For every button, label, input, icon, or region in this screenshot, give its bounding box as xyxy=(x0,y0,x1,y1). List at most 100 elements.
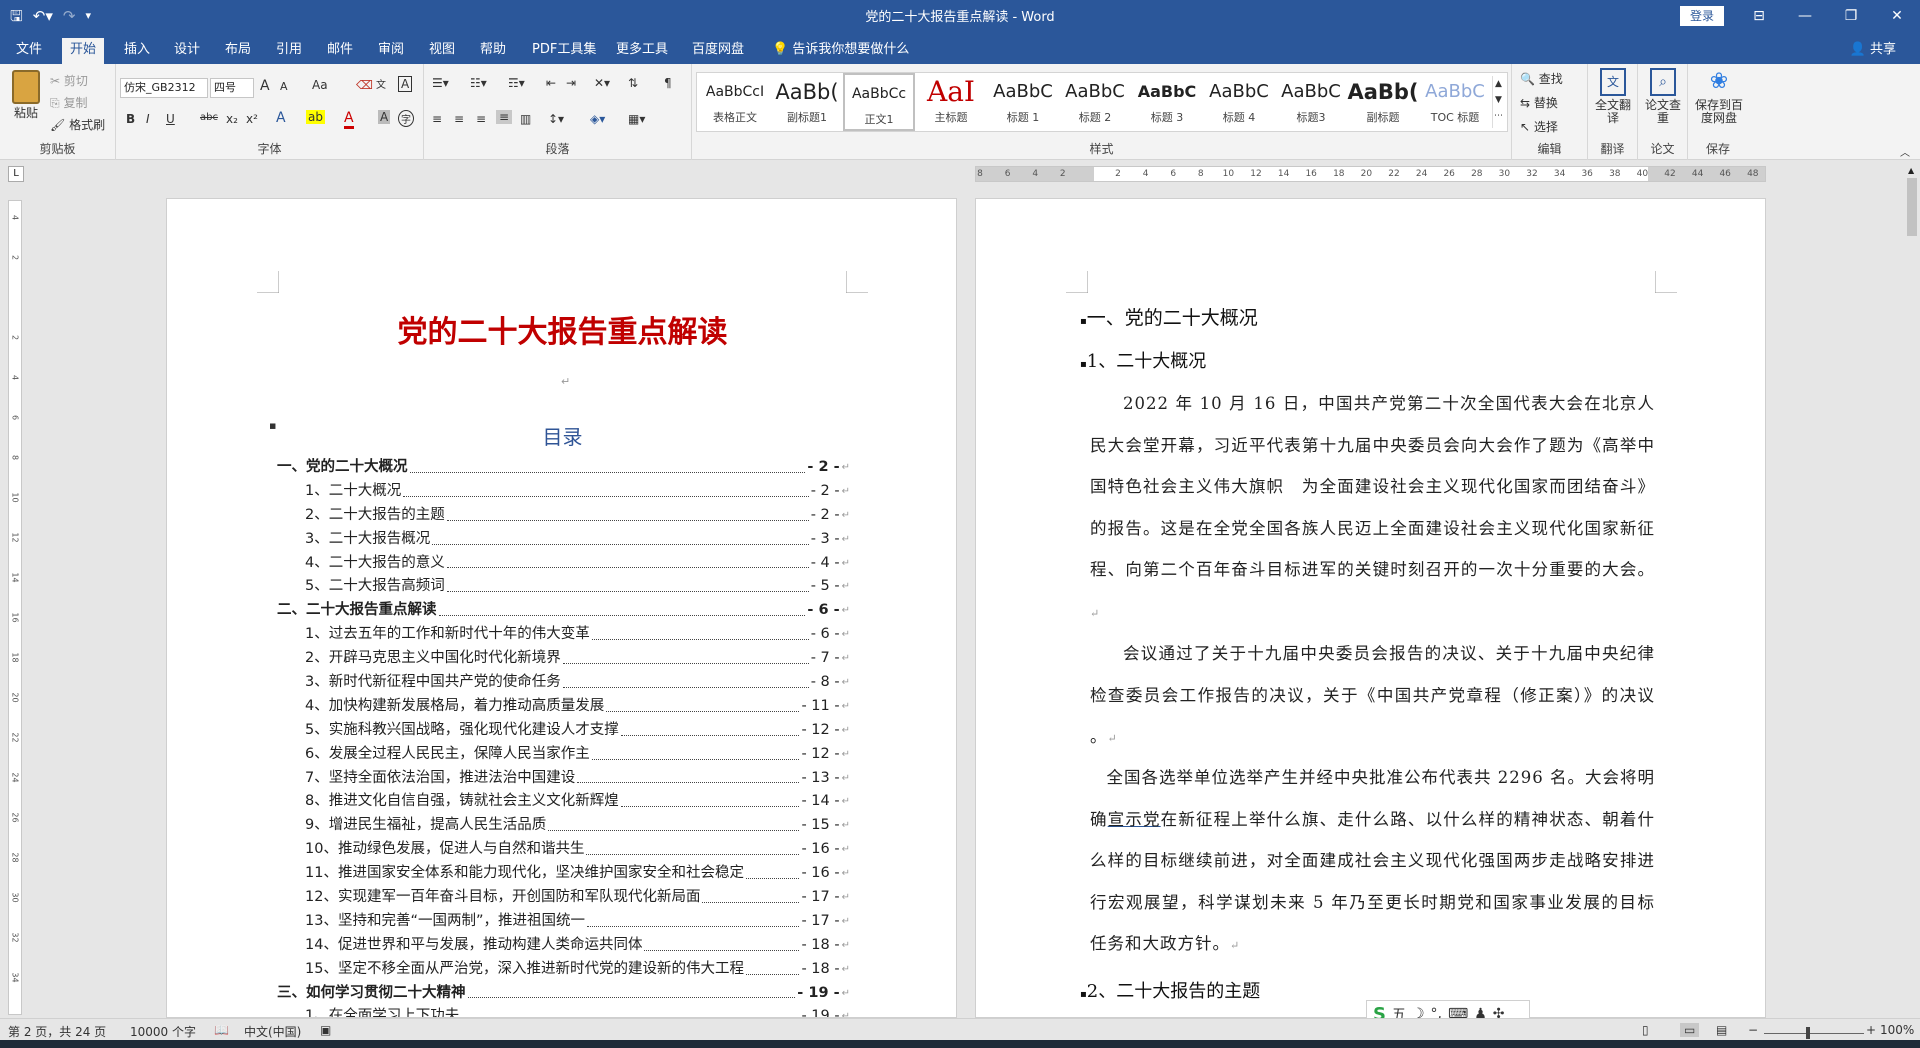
toc-entry[interactable]: 2、开辟马克思主义中国化时代化新境界 - 7 - ↵ xyxy=(277,647,850,671)
share-button[interactable]: 👤 共享 xyxy=(1850,38,1896,62)
toc-entry[interactable]: 8、推进文化自信自强，铸就社会主义文化新辉煌 - 14 - ↵ xyxy=(277,790,850,814)
scroll-up-icon[interactable]: ▲ xyxy=(1908,166,1914,175)
borders-icon[interactable]: ▦▾ xyxy=(628,112,645,126)
toc-entry[interactable]: 3、二十大报告概况 - 3 - ↵ xyxy=(277,528,850,552)
style-item[interactable]: AaBbC 标题3 xyxy=(1275,73,1347,131)
decrease-indent-icon[interactable]: ⇤ xyxy=(546,76,556,90)
zoom-out-icon[interactable]: − xyxy=(1748,1023,1758,1037)
replace-button[interactable]: ⇆ 替换 xyxy=(1520,94,1558,111)
font-name-combo[interactable]: 仿宋_GB2312 xyxy=(120,78,208,98)
close-button[interactable]: ✕ xyxy=(1874,0,1920,32)
font-color-icon[interactable]: A xyxy=(344,110,354,129)
tab-help[interactable]: 帮助 xyxy=(472,38,514,64)
toc-entry[interactable]: 5、二十大报告高频词 - 5 - ↵ xyxy=(277,575,850,599)
heading-2[interactable]: ▪1、二十大概况 xyxy=(1080,347,1206,373)
minimize-button[interactable]: — xyxy=(1782,0,1828,32)
char-shading-icon[interactable]: A xyxy=(378,110,391,124)
multilevel-list-icon[interactable]: ☶▾ xyxy=(508,76,525,90)
grow-font-button[interactable]: A xyxy=(260,78,270,94)
format-painter-button[interactable]: 🖌 格式刷 xyxy=(50,116,105,133)
zoom-slider-thumb[interactable] xyxy=(1806,1027,1810,1039)
paragraph-2[interactable]: 会议通过了关于十九届中央委员会报告的决议、关于十九届中央纪律检查委员会工作报告的… xyxy=(1090,633,1655,760)
horizontal-ruler[interactable]: 8 6 4 2 2 4 6 8 10 12 14 16 18 20 22 24 26 28 30 32 34 36 38 40… xyxy=(975,166,1766,182)
style-item[interactable]: AaI 主标题 xyxy=(915,73,987,131)
font-size-combo[interactable]: 四号 xyxy=(210,78,254,98)
tab-more-tools[interactable]: 更多工具 xyxy=(608,38,676,64)
highlight-icon[interactable]: ab xyxy=(306,110,325,124)
zoom-in-icon[interactable]: + xyxy=(1866,1023,1876,1037)
superscript-button[interactable]: x² xyxy=(246,112,258,126)
word-count[interactable]: 10000 个字 xyxy=(130,1023,196,1040)
styles-scroll-icon[interactable]: ▲ ▼ ⋯ xyxy=(1492,76,1504,128)
tab-review[interactable]: 审阅 xyxy=(370,38,412,64)
justify-icon[interactable]: ≡ xyxy=(496,110,513,124)
toc-entry[interactable]: 一、党的二十大概况 - 2 - ↵ xyxy=(277,456,850,480)
paste-button[interactable]: 粘贴 xyxy=(8,70,44,121)
toc-entry[interactable]: 2、二十大报告的主题 - 2 - ↵ xyxy=(277,504,850,528)
toc-entry[interactable]: 5、实施科教兴国战略，强化现代化建设人才支撑 - 12 - ↵ xyxy=(277,719,850,743)
copy-button[interactable]: ⎘ 复制 xyxy=(50,94,87,111)
distributed-icon[interactable]: ▥ xyxy=(520,112,531,126)
web-layout-icon[interactable]: ▤ xyxy=(1716,1023,1727,1037)
sort-icon[interactable]: ⇅ xyxy=(628,76,638,90)
cut-button[interactable]: ✂ 剪切 xyxy=(50,72,88,89)
toc-title[interactable]: 目录 xyxy=(167,421,956,450)
chinese-layout-icon[interactable]: ✕▾ xyxy=(594,76,610,90)
tab-baidu-netdisk[interactable]: 百度网盘 xyxy=(684,38,752,64)
style-item[interactable]: AaBbC 标题 2 xyxy=(1059,73,1131,131)
toc-entry[interactable]: 三、如何学习贯彻二十大精神 - 19 - ↵ xyxy=(277,982,850,1006)
page-count[interactable]: 第 2 页，共 24 页 xyxy=(8,1023,106,1040)
heading-2b[interactable]: ▪2、二十大报告的主题 xyxy=(1080,977,1260,1003)
restore-button[interactable]: ❐ xyxy=(1828,0,1874,32)
style-item[interactable]: AaBb(副标题1 xyxy=(771,73,843,131)
macro-record-icon[interactable]: ▣ xyxy=(320,1023,331,1037)
toc-entry[interactable]: 二、二十大报告重点解读 - 6 - ↵ xyxy=(277,599,850,623)
strikethrough-button[interactable]: abc xyxy=(200,112,218,123)
heading-1[interactable]: ▪一、党的二十大概况 xyxy=(1080,303,1258,330)
subscript-button[interactable]: x₂ xyxy=(226,112,238,126)
toc-entry[interactable]: 1、在全面学习上下功夫 - 19 - ↵ xyxy=(277,1005,850,1017)
tell-me-search[interactable]: 💡 告诉我你想要做什么 xyxy=(764,38,917,64)
vertical-scrollbar[interactable]: ▲ xyxy=(1904,166,1920,1018)
bold-button[interactable]: B xyxy=(126,112,135,126)
change-case-button[interactable]: Aa xyxy=(312,78,328,92)
toc-entry[interactable]: 15、坚定不移全面从严治党，深入推进新时代党的建设新的伟大工程 - 18 - ↵ xyxy=(277,958,850,982)
style-item[interactable]: AaBbCc 正文1 xyxy=(843,73,915,131)
print-layout-icon[interactable]: ▭ xyxy=(1680,1023,1700,1037)
style-item[interactable]: AaBbC 标题 1 xyxy=(987,73,1059,131)
toc-entry[interactable]: 14、促进世界和平与发展，推动构建人类命运共同体 - 18 - ↵ xyxy=(277,934,850,958)
ribbon-display-icon[interactable]: ⊟ xyxy=(1736,0,1782,32)
style-item[interactable]: AaBb(副标题 xyxy=(1347,73,1419,131)
increase-indent-icon[interactable]: ⇥ xyxy=(566,76,576,90)
paragraph-1[interactable]: 2022 年 10 月 16 日，中国共产党第二十次全国代表大会在北京人民大会堂… xyxy=(1090,383,1655,634)
login-button[interactable]: 登录 xyxy=(1680,6,1724,26)
zoom-level[interactable]: 100% xyxy=(1880,1023,1914,1037)
align-left-icon[interactable]: ≡ xyxy=(432,112,442,126)
select-button[interactable]: ↖ 选择 xyxy=(1520,118,1558,135)
toc-entry[interactable]: 1、二十大概况 - 2 - ↵ xyxy=(277,480,850,504)
style-item[interactable]: AaBbC 标题 4 xyxy=(1203,73,1275,131)
align-right-icon[interactable]: ≡ xyxy=(476,112,486,126)
paragraph-3[interactable]: 全国各选举单位选举产生并经中央批准公布代表共 2296 名。大会将明确宣示党在新… xyxy=(1090,757,1655,967)
page-1[interactable]: 党的二十大报告重点解读 ↵ ▪ 目录 一、党的二十大概况 - 2 - ↵ 1、二十大概… xyxy=(166,198,957,1018)
char-border-icon[interactable]: A xyxy=(398,76,413,92)
tab-mailings[interactable]: 邮件 xyxy=(319,38,361,64)
proofing-icon[interactable]: 📖 xyxy=(214,1023,229,1037)
toc-entry[interactable]: 4、加快构建新发展格局，着力推动高质量发展 - 11 - ↵ xyxy=(277,695,850,719)
zoom-slider[interactable] xyxy=(1764,1033,1864,1034)
toc-entry[interactable]: 9、增进民生福祉，提高人民生活品质 - 15 - ↵ xyxy=(277,814,850,838)
toc-entry[interactable]: 3、新时代新征程中国共产党的使命任务 - 8 - ↵ xyxy=(277,671,850,695)
numbering-icon[interactable]: ☷▾ xyxy=(470,76,487,90)
underline-button[interactable]: U xyxy=(166,112,175,126)
toc-entry[interactable]: 13、坚持和完善“一国两制”，推进祖国统一 - 17 - ↵ xyxy=(277,910,850,934)
tab-home[interactable]: 开始 xyxy=(62,38,105,64)
full-translate-button[interactable]: 文 全文翻译 xyxy=(1594,68,1632,125)
tab-view[interactable]: 视图 xyxy=(421,38,463,64)
toc-entry[interactable]: 12、实现建军一百年奋斗目标，开创国防和军队现代化新局面 - 17 - ↵ xyxy=(277,886,850,910)
toc-entry[interactable]: 6、发展全过程人民民主，保障人民当家作主 - 12 - ↵ xyxy=(277,743,850,767)
scrollbar-thumb[interactable] xyxy=(1907,178,1917,236)
toc-entry[interactable]: 1、过去五年的工作和新时代十年的伟大变革 - 6 - ↵ xyxy=(277,623,850,647)
tab-design[interactable]: 设计 xyxy=(166,38,208,64)
align-center-icon[interactable]: ≡ xyxy=(454,112,464,126)
shading-icon[interactable]: ◈▾ xyxy=(590,112,605,126)
